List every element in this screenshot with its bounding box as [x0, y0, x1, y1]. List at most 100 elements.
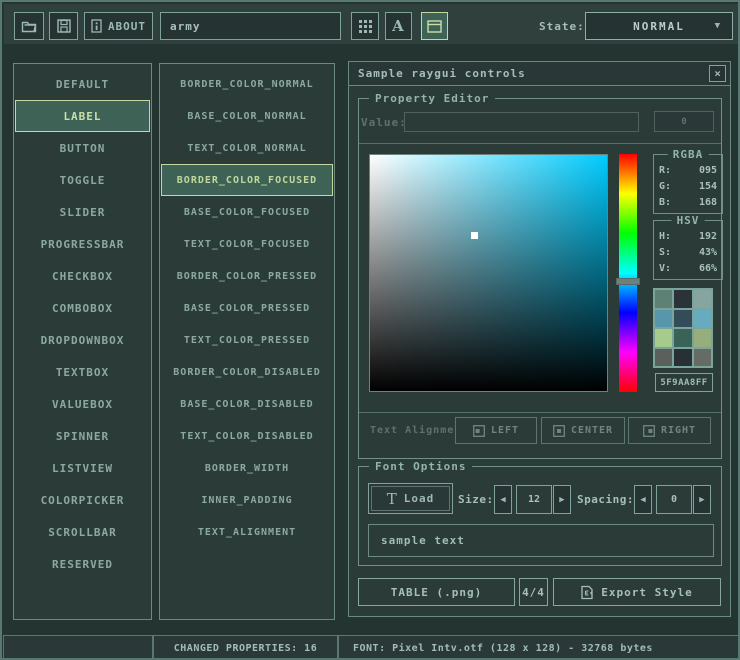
- property-item[interactable]: BASE_COLOR_NORMAL: [161, 100, 333, 132]
- color-swatch[interactable]: [655, 349, 672, 367]
- grid-mode-button[interactable]: [351, 12, 379, 40]
- color-swatch[interactable]: [694, 329, 711, 347]
- control-item-slider[interactable]: SLIDER: [15, 196, 150, 228]
- control-item-colorpicker[interactable]: COLORPICKER: [15, 484, 150, 516]
- state-label: State:: [539, 12, 585, 40]
- control-item-scrollbar[interactable]: SCROLLBAR: [15, 516, 150, 548]
- control-item-listview[interactable]: LISTVIEW: [15, 452, 150, 484]
- control-item-label[interactable]: LABEL: [15, 100, 150, 132]
- about-button[interactable]: ABOUT: [84, 12, 153, 40]
- control-item-checkbox[interactable]: CHECKBOX: [15, 260, 150, 292]
- color-panel-cursor[interactable]: [471, 232, 478, 239]
- control-item-valuebox[interactable]: VALUEBOX: [15, 388, 150, 420]
- hsv-s-row: S:43%: [654, 245, 722, 261]
- rgba-r-row: R:095: [654, 163, 722, 179]
- align-left-button[interactable]: LEFT: [455, 417, 537, 444]
- property-item-selected[interactable]: BORDER_COLOR_FOCUSED: [161, 164, 333, 196]
- property-item[interactable]: BORDER_COLOR_NORMAL: [161, 68, 333, 100]
- color-swatch[interactable]: [694, 310, 711, 328]
- hue-slider-handle[interactable]: [616, 278, 640, 285]
- color-swatch[interactable]: [655, 290, 672, 308]
- value-input[interactable]: [404, 112, 639, 132]
- chevron-down-icon: ▼: [715, 21, 720, 31]
- color-swatch[interactable]: [674, 349, 691, 367]
- size-increment-button[interactable]: ▶: [553, 485, 571, 514]
- color-swatch[interactable]: [694, 290, 711, 308]
- property-item[interactable]: BASE_COLOR_DISABLED: [161, 388, 333, 420]
- property-item[interactable]: TEXT_ALIGNMENT: [161, 516, 333, 548]
- font-icon: A: [392, 17, 405, 35]
- export-style-label: Export Style: [601, 586, 692, 599]
- color-swatch[interactable]: [674, 310, 691, 328]
- table-format-button[interactable]: TABLE (.png): [358, 578, 515, 606]
- control-item-textbox[interactable]: TEXTBOX: [15, 356, 150, 388]
- hex-color-input[interactable]: 5F9AA8FF: [655, 373, 713, 392]
- sample-text-box[interactable]: sample text: [368, 524, 714, 557]
- property-editor-group: Property Editor Value: 0 RGBA R:095 G:15…: [358, 98, 722, 459]
- window-titlebar[interactable]: Sample raygui controls: [349, 62, 730, 86]
- control-item-toggle[interactable]: TOGGLE: [15, 164, 150, 196]
- color-swatch[interactable]: [674, 329, 691, 347]
- control-item-button[interactable]: BUTTON: [15, 132, 150, 164]
- hex-color-value: 5F9AA8FF: [660, 378, 707, 388]
- property-item[interactable]: BORDER_WIDTH: [161, 452, 333, 484]
- grid-icon: [359, 20, 372, 33]
- property-item[interactable]: BASE_COLOR_PRESSED: [161, 292, 333, 324]
- save-file-button[interactable]: [49, 12, 78, 40]
- value-button-label: 0: [681, 117, 686, 127]
- color-swatch[interactable]: [694, 349, 711, 367]
- rgba-group: RGBA R:095 G:154 B:168: [653, 154, 723, 214]
- property-item[interactable]: TEXT_COLOR_DISABLED: [161, 420, 333, 452]
- arrow-left-icon: ◀: [640, 495, 645, 505]
- font-mode-button[interactable]: A: [385, 12, 412, 40]
- hsv-group: HSV H:192 S:43% V:66%: [653, 220, 723, 280]
- size-decrement-button[interactable]: ◀: [494, 485, 512, 514]
- close-icon: ×: [714, 67, 721, 80]
- value-button[interactable]: 0: [654, 111, 714, 132]
- statusbar-font-info: FONT: Pixel Intv.otf (128 x 128) - 32768…: [338, 635, 740, 660]
- pages-indicator[interactable]: 4/4: [519, 578, 548, 606]
- control-item-progressbar[interactable]: PROGRESSBAR: [15, 228, 150, 260]
- spacing-value-box[interactable]: 0: [656, 485, 692, 514]
- statusbar-left: [3, 635, 153, 660]
- rgba-g-row: G:154: [654, 179, 722, 195]
- controls-list: DEFAULT LABEL BUTTON TOGGLE SLIDER PROGR…: [13, 63, 152, 620]
- color-swatch[interactable]: [655, 329, 672, 347]
- font-load-button[interactable]: T Load: [368, 483, 453, 514]
- property-item[interactable]: BORDER_COLOR_PRESSED: [161, 260, 333, 292]
- window-title: Sample raygui controls: [358, 67, 526, 80]
- open-file-button[interactable]: [14, 12, 44, 40]
- control-item-dropdownbox[interactable]: DROPDOWNBOX: [15, 324, 150, 356]
- about-button-label: ABOUT: [108, 20, 146, 33]
- state-dropdown[interactable]: NORMAL ▼: [585, 12, 733, 40]
- align-center-button[interactable]: CENTER: [541, 417, 625, 444]
- save-icon: [57, 19, 71, 33]
- property-item[interactable]: TEXT_COLOR_FOCUSED: [161, 228, 333, 260]
- style-name-value: army: [170, 20, 201, 33]
- spacing-increment-button[interactable]: ▶: [693, 485, 711, 514]
- control-item-default[interactable]: DEFAULT: [15, 68, 150, 100]
- property-item[interactable]: TEXT_COLOR_PRESSED: [161, 324, 333, 356]
- style-name-input[interactable]: army: [160, 12, 341, 40]
- property-item[interactable]: TEXT_COLOR_NORMAL: [161, 132, 333, 164]
- color-panel[interactable]: [369, 154, 608, 392]
- property-item[interactable]: INNER_PADDING: [161, 484, 333, 516]
- control-item-combobox[interactable]: COMBOBOX: [15, 292, 150, 324]
- export-style-button[interactable]: Export Style: [553, 578, 721, 606]
- window-mode-button[interactable]: [421, 12, 448, 40]
- properties-list: BORDER_COLOR_NORMAL BASE_COLOR_NORMAL TE…: [159, 63, 335, 620]
- align-right-button[interactable]: RIGHT: [628, 417, 711, 444]
- spacing-decrement-button[interactable]: ◀: [634, 485, 652, 514]
- close-button[interactable]: ×: [709, 65, 726, 82]
- control-item-spinner[interactable]: SPINNER: [15, 420, 150, 452]
- property-item[interactable]: BASE_COLOR_FOCUSED: [161, 196, 333, 228]
- size-value-box[interactable]: 12: [516, 485, 552, 514]
- property-item[interactable]: BORDER_COLOR_DISABLED: [161, 356, 333, 388]
- font-load-label: Load: [404, 492, 435, 505]
- control-item-reserved[interactable]: RESERVED: [15, 548, 150, 580]
- state-dropdown-value: NORMAL: [633, 20, 685, 33]
- value-label: Value:: [361, 113, 405, 133]
- color-swatch[interactable]: [674, 290, 691, 308]
- color-swatch[interactable]: [655, 310, 672, 328]
- hue-bar[interactable]: [619, 154, 637, 392]
